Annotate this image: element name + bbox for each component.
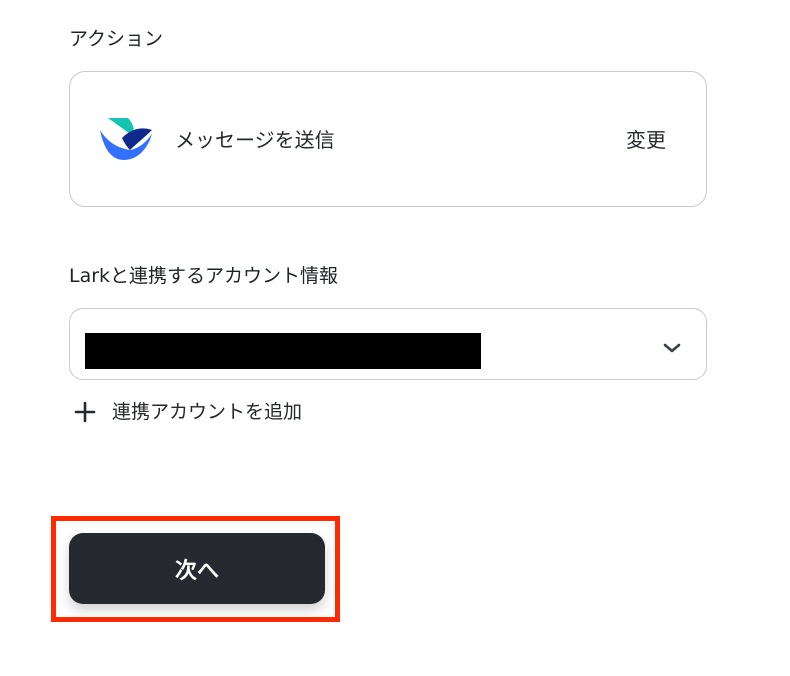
next-button[interactable]: 次へ [69, 533, 325, 604]
action-section-title: アクション [69, 28, 164, 50]
action-card: メッセージを送信 変更 [69, 71, 707, 207]
plus-icon [74, 401, 96, 423]
add-account-link[interactable]: 連携アカウントを追加 [74, 398, 302, 426]
chevron-down-icon [662, 339, 682, 353]
account-section-title: Larkと連携するアカウント情報 [69, 265, 339, 287]
add-account-label: 連携アカウントを追加 [112, 401, 303, 423]
account-select[interactable] [69, 308, 707, 380]
lark-icon [100, 118, 154, 162]
action-label: メッセージを送信 [175, 128, 335, 152]
change-button[interactable]: 変更 [626, 128, 666, 152]
redacted-account-value [85, 333, 481, 369]
